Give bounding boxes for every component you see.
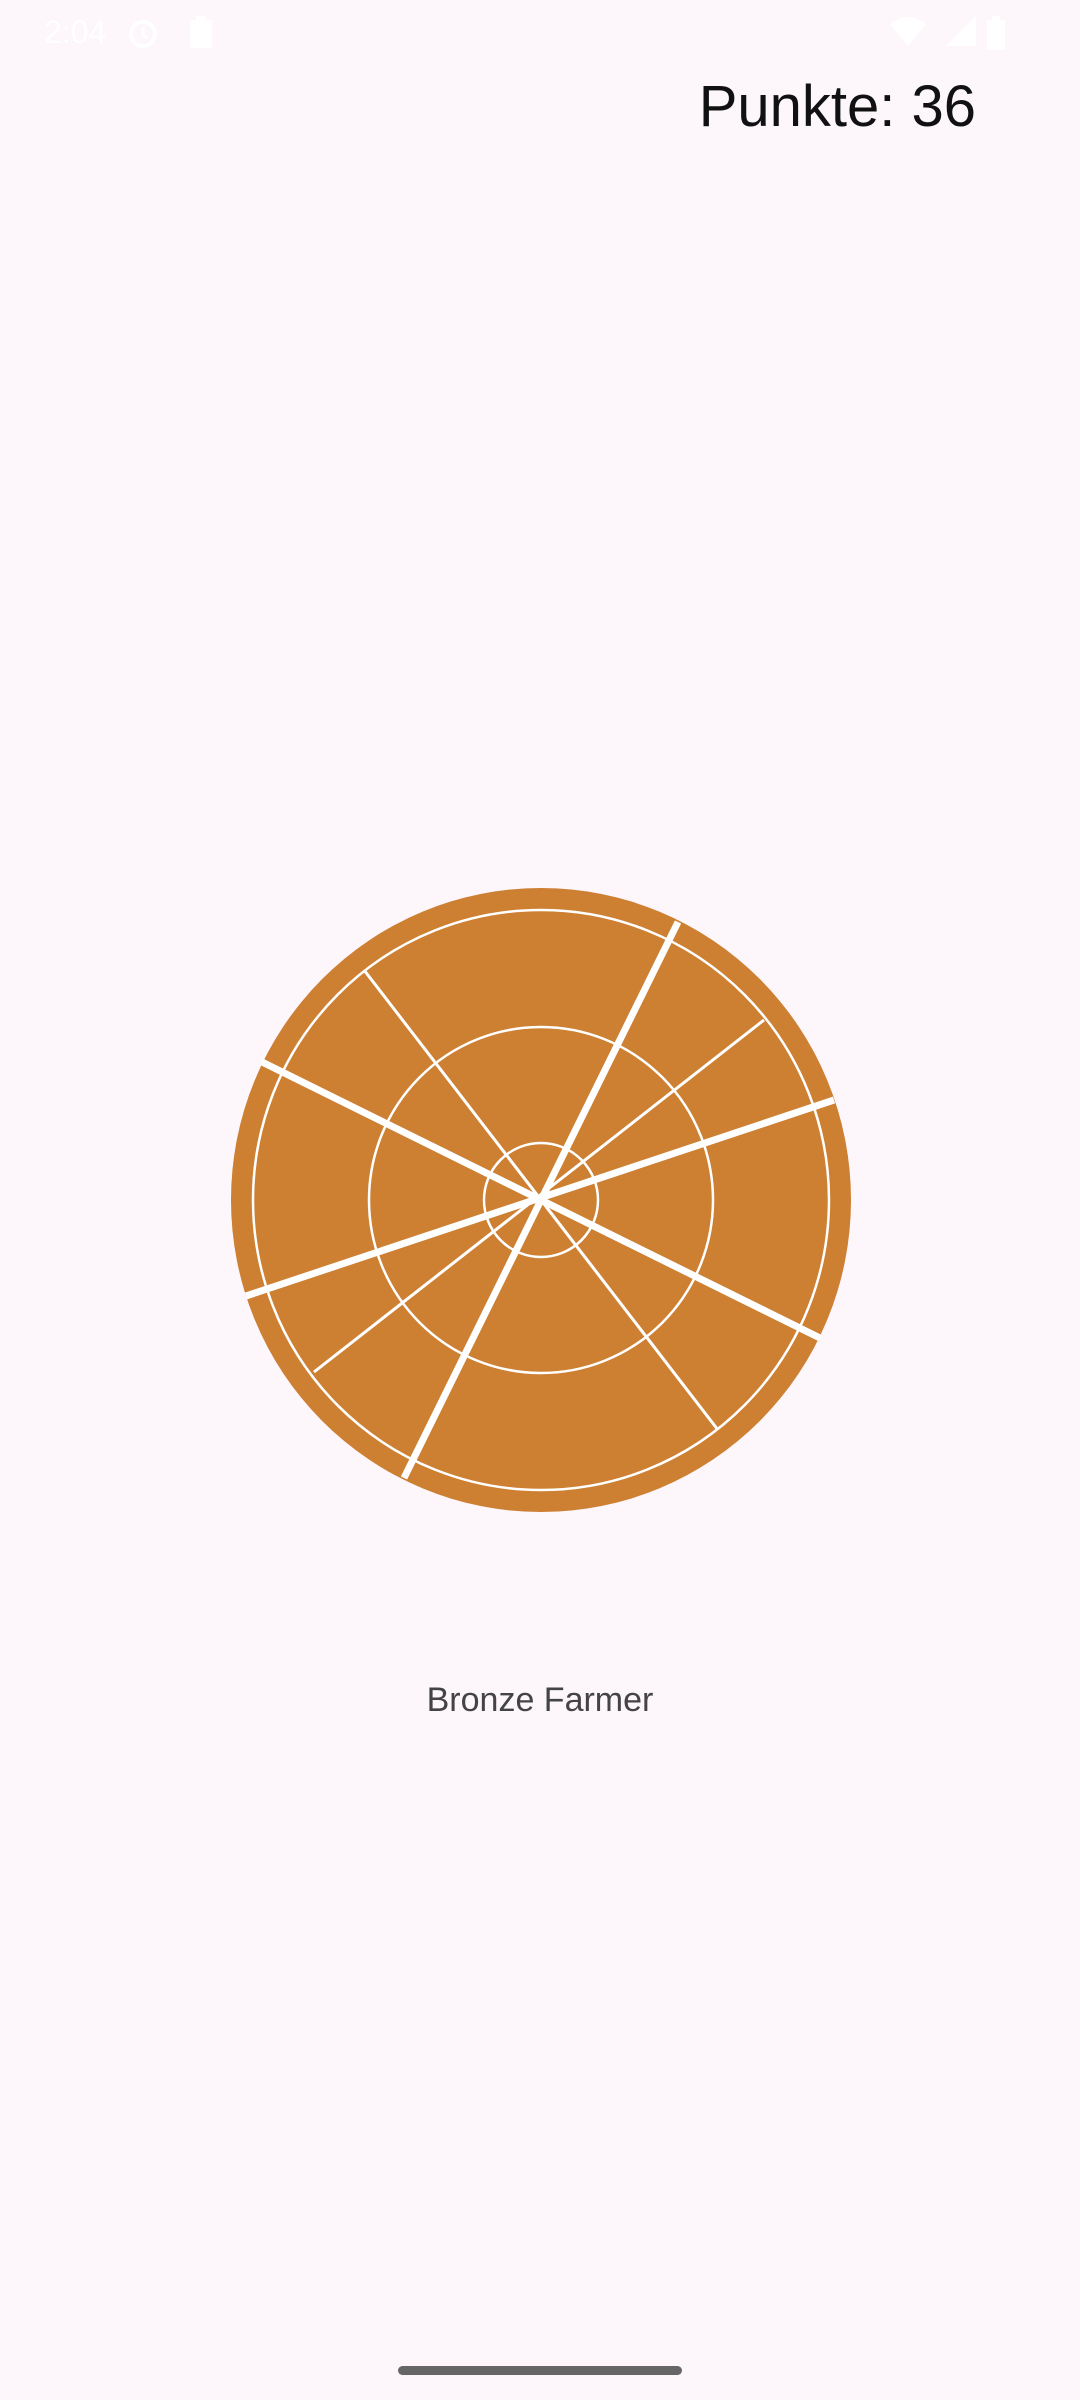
pizza-button[interactable] bbox=[0, 0, 1080, 1600]
rank-label: Bronze Farmer bbox=[426, 1681, 654, 1719]
home-indicator-icon[interactable] bbox=[398, 2366, 682, 2375]
pizza-icon[interactable] bbox=[231, 888, 851, 1512]
